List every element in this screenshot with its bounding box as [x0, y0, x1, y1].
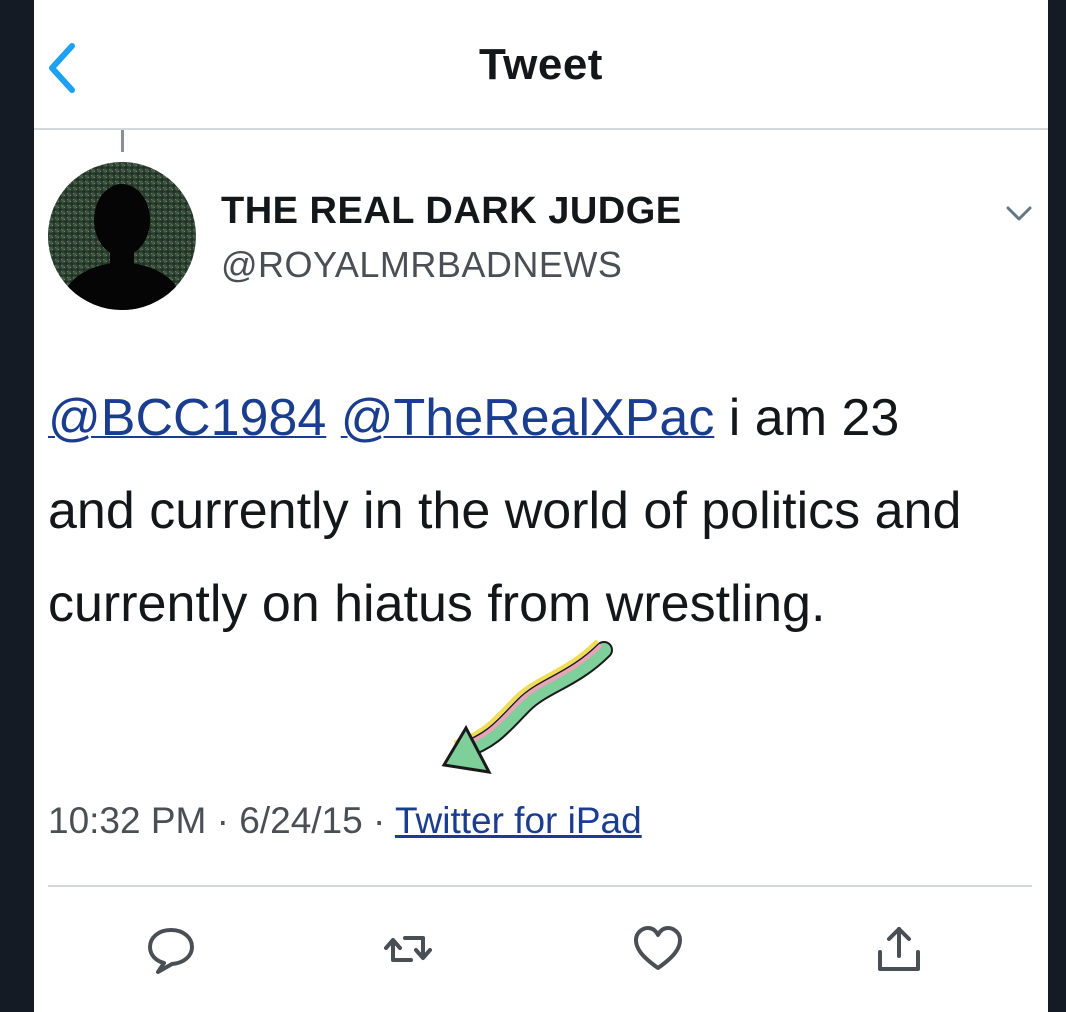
actions-divider: [48, 885, 1032, 887]
heart-icon: [634, 926, 682, 970]
tweet-screen: Tweet THE REAL DARK JUDGE @ROYALMRBADNEW…: [34, 0, 1048, 1012]
meta-separator: ·: [206, 800, 240, 841]
tweet-text-body: and currently in the world of politics a…: [48, 482, 962, 633]
header: Tweet: [34, 0, 1048, 130]
chevron-down-icon: [1006, 206, 1032, 221]
mention-link[interactable]: @BCC1984: [48, 389, 326, 447]
tweet-source-link[interactable]: Twitter for iPad: [395, 800, 642, 841]
like-button[interactable]: [631, 922, 685, 976]
annotation-arrow: [441, 640, 613, 774]
reply-icon: [148, 928, 194, 974]
retweet-button[interactable]: [381, 922, 435, 976]
tweet-text: @BCC1984 @TheRealXPac i am 23 and current…: [48, 372, 1038, 651]
silhouette-avatar: [48, 162, 196, 310]
page-title: Tweet: [479, 40, 603, 89]
tweet-date: 6/24/15: [239, 800, 363, 841]
more-options-button[interactable]: [1002, 196, 1036, 230]
avatar[interactable]: [48, 162, 196, 310]
tweet-metadata: 10:32 PM · 6/24/15 · Twitter for iPad: [48, 800, 642, 842]
share-button[interactable]: [872, 922, 926, 976]
meta-separator: ·: [362, 800, 395, 841]
tweet-text-line1: i am 23: [714, 389, 900, 447]
header-divider: [34, 128, 1048, 130]
retweet-icon: [384, 936, 432, 962]
reply-button[interactable]: [144, 922, 198, 976]
tweet-time: 10:32 PM: [48, 800, 207, 841]
mention-link[interactable]: @TheRealXPac: [341, 389, 715, 447]
author-handle[interactable]: @ROYALMRBADNEWS: [221, 244, 622, 286]
thread-connector-line: [121, 130, 124, 152]
author-display-name[interactable]: THE REAL DARK JUDGE: [221, 190, 682, 233]
share-icon: [878, 927, 920, 971]
